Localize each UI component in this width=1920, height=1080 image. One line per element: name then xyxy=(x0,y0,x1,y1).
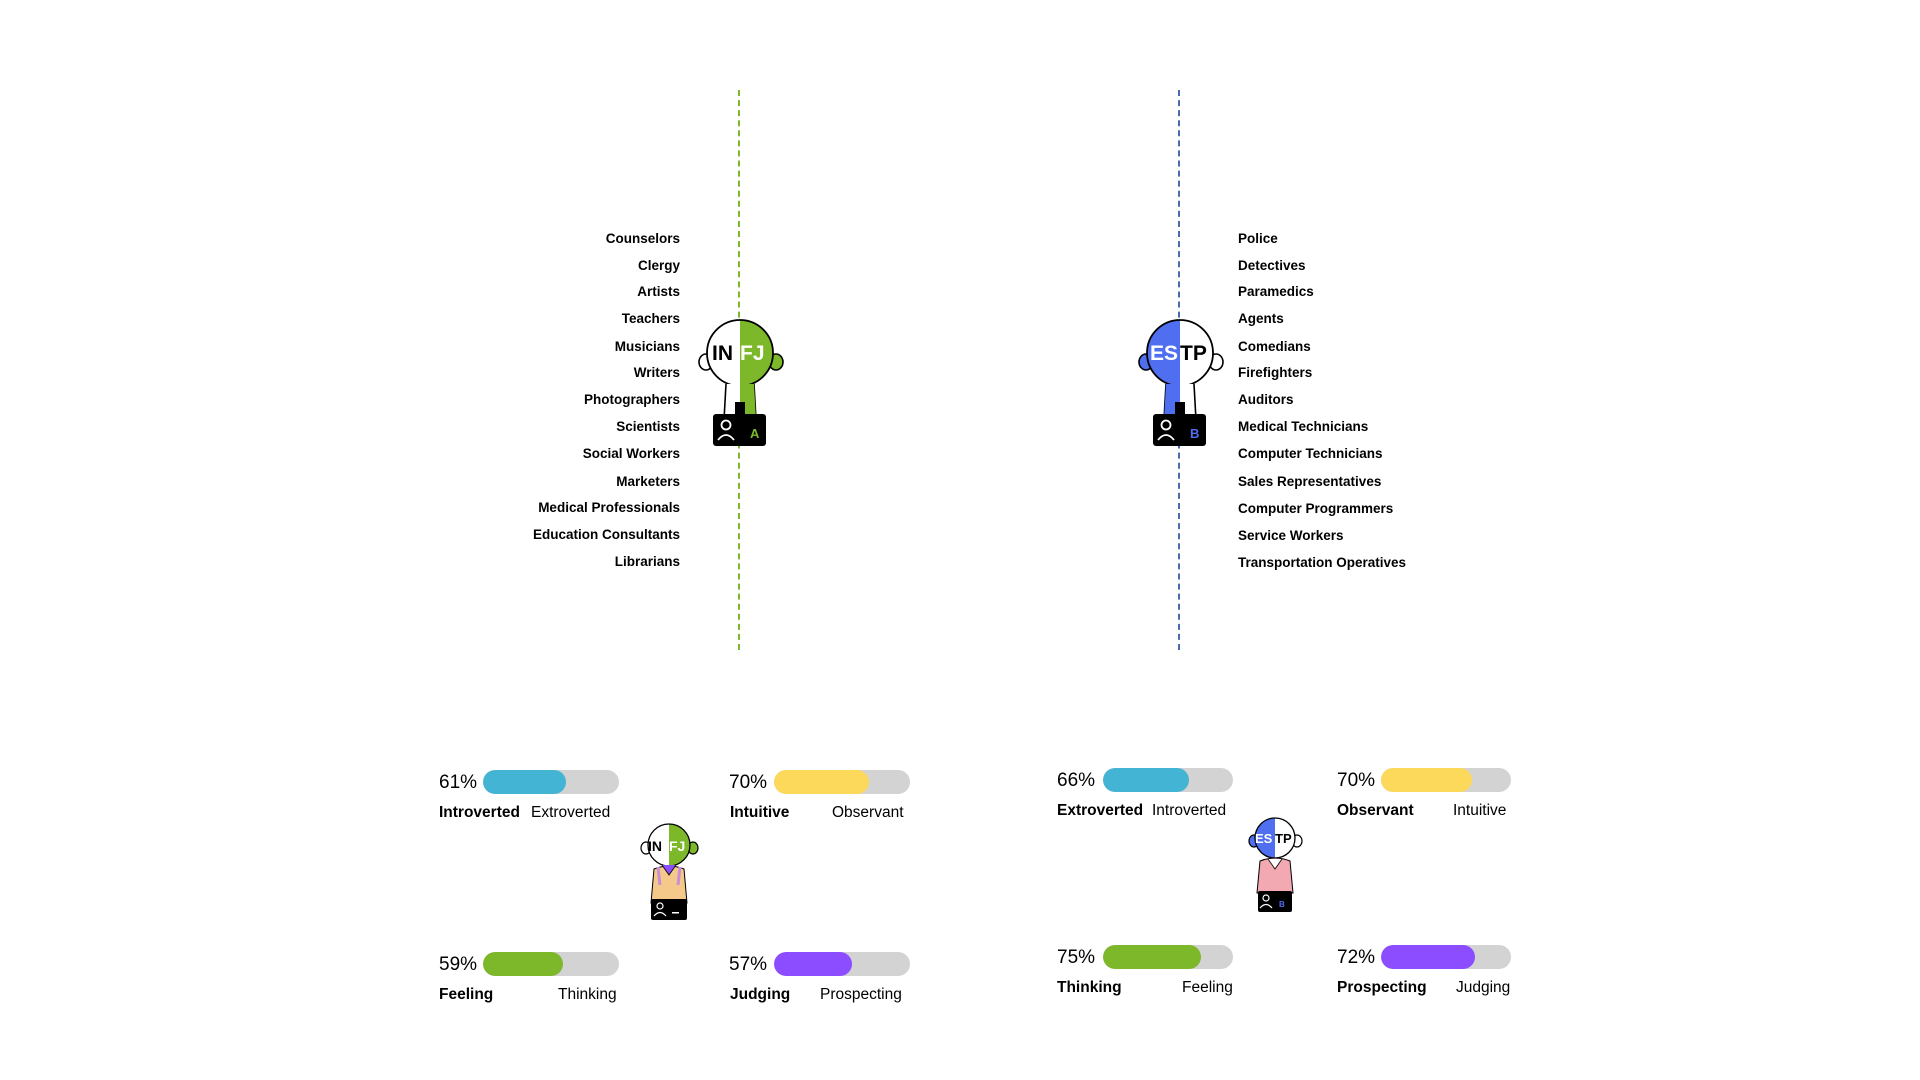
trait-strong-label: Judging xyxy=(730,986,791,1003)
career-item: Photographers xyxy=(583,392,680,407)
estp-trait-energy: 66% Extroverted Introverted xyxy=(1057,768,1257,838)
career-item: Counselors xyxy=(605,231,680,246)
infj-badge-letter: A xyxy=(750,426,760,441)
career-item: Medical Technicians xyxy=(1238,419,1369,434)
career-item: Teachers xyxy=(621,311,680,326)
trait-other-label: Judging xyxy=(1456,979,1511,996)
trait-percent: 59% xyxy=(439,954,478,975)
trait-strong-label: Intuitive xyxy=(730,804,790,821)
trait-bar-fill xyxy=(774,770,870,794)
trait-percent: 57% xyxy=(729,954,768,975)
trait-other-label: Intuitive xyxy=(1453,802,1507,819)
infj-code-left: IN xyxy=(712,342,733,365)
trait-bar-fill xyxy=(483,952,564,976)
trait-percent: 75% xyxy=(1057,947,1096,968)
career-item: Artists xyxy=(637,284,680,299)
trait-percent: 72% xyxy=(1337,947,1376,968)
infj-small-code-left: IN xyxy=(648,838,662,854)
infj-code-right: FJ xyxy=(740,342,765,365)
infj-trait-nature: 59% Feeling Thinking xyxy=(439,952,639,1022)
trait-percent: 70% xyxy=(1337,770,1376,791)
trait-strong-label: Prospecting xyxy=(1337,979,1427,996)
trait-other-label: Observant xyxy=(832,804,904,821)
infj-trait-energy: 61% Introverted Extroverted xyxy=(439,770,639,840)
infj-avatar-icon: A IN FJ xyxy=(698,319,784,446)
career-item: Detectives xyxy=(1238,258,1306,273)
career-item: Clergy xyxy=(637,258,680,273)
career-item: Sales Representatives xyxy=(1238,474,1382,489)
career-item: Marketers xyxy=(616,474,680,489)
career-item: Firefighters xyxy=(1238,365,1313,380)
trait-other-label: Thinking xyxy=(558,986,617,1003)
trait-bar-fill xyxy=(774,952,852,976)
estp-code-left: ES xyxy=(1150,342,1178,365)
estp-trait-nature: 75% Thinking Feeling xyxy=(1057,945,1257,1015)
estp-trait-tactics: 72% Prospecting Judging xyxy=(1337,945,1537,1015)
career-item: Service Workers xyxy=(1238,528,1344,543)
trait-bar-track xyxy=(1103,945,1233,969)
trait-other-label: Extroverted xyxy=(531,804,611,821)
trait-bar-track xyxy=(1381,945,1511,969)
infj-career-list: Counselors Clergy Artists Teachers Music… xyxy=(520,232,680,582)
estp-badge-letter: B xyxy=(1190,426,1199,441)
career-item: Computer Technicians xyxy=(1238,446,1383,461)
career-item: Computer Programmers xyxy=(1238,501,1394,516)
estp-small-avatar-icon: B ES TP xyxy=(1248,817,1303,912)
trait-bar-fill xyxy=(483,770,566,794)
infj-small-avatar-icon: IN FJ xyxy=(640,823,699,920)
trait-other-label: Prospecting xyxy=(820,986,902,1003)
estp-code-right: TP xyxy=(1180,342,1207,365)
trait-bar-track xyxy=(774,952,910,976)
career-item: Education Consultants xyxy=(532,527,680,542)
trait-strong-label: Introverted xyxy=(439,804,520,821)
career-item: Transportation Operatives xyxy=(1238,555,1407,570)
career-item: Musicians xyxy=(614,339,680,354)
career-item: Auditors xyxy=(1238,392,1294,407)
estp-small-code-left: ES xyxy=(1255,831,1273,846)
estp-avatar-icon: B ES TP xyxy=(1138,319,1224,446)
career-item: Medical Professionals xyxy=(538,500,680,515)
trait-bar-fill xyxy=(1381,768,1472,792)
trait-bar-fill xyxy=(1381,945,1475,969)
career-item: Scientists xyxy=(616,419,680,434)
trait-bar-track xyxy=(483,770,619,794)
trait-percent: 70% xyxy=(729,772,768,793)
career-item: Social Workers xyxy=(582,446,680,461)
infj-small-code-right: FJ xyxy=(669,838,685,854)
trait-other-label: Feeling xyxy=(1182,979,1233,996)
trait-bar-track xyxy=(1103,768,1233,792)
infj-trait-mind: 70% Intuitive Observant xyxy=(729,770,929,840)
infj-trait-tactics: 57% Judging Prospecting xyxy=(729,952,929,1022)
trait-strong-label: Thinking xyxy=(1057,979,1122,996)
career-item: Writers xyxy=(633,365,680,380)
trait-strong-label: Extroverted xyxy=(1057,802,1144,819)
trait-percent: 66% xyxy=(1057,770,1096,791)
trait-strong-label: Observant xyxy=(1337,802,1414,819)
career-item: Comedians xyxy=(1238,339,1311,354)
estp-career-list: Police Detectives Paramedics Agents Come… xyxy=(1238,232,1438,602)
career-item: Agents xyxy=(1238,311,1284,326)
estp-small-badge-letter: B xyxy=(1279,900,1285,909)
trait-bar-fill xyxy=(1103,945,1201,969)
trait-other-label: Introverted xyxy=(1152,802,1227,819)
estp-trait-mind: 70% Observant Intuitive xyxy=(1337,768,1537,838)
estp-small-code-right: TP xyxy=(1275,831,1292,846)
trait-bar-fill xyxy=(1103,768,1189,792)
trait-strong-label: Feeling xyxy=(439,986,494,1003)
career-item: Paramedics xyxy=(1238,284,1314,299)
trait-bar-track xyxy=(483,952,619,976)
trait-percent: 61% xyxy=(439,772,478,793)
career-item: Police xyxy=(1238,231,1278,246)
career-item: Librarians xyxy=(614,554,680,569)
trait-bar-track xyxy=(1381,768,1511,792)
trait-bar-track xyxy=(774,770,910,794)
